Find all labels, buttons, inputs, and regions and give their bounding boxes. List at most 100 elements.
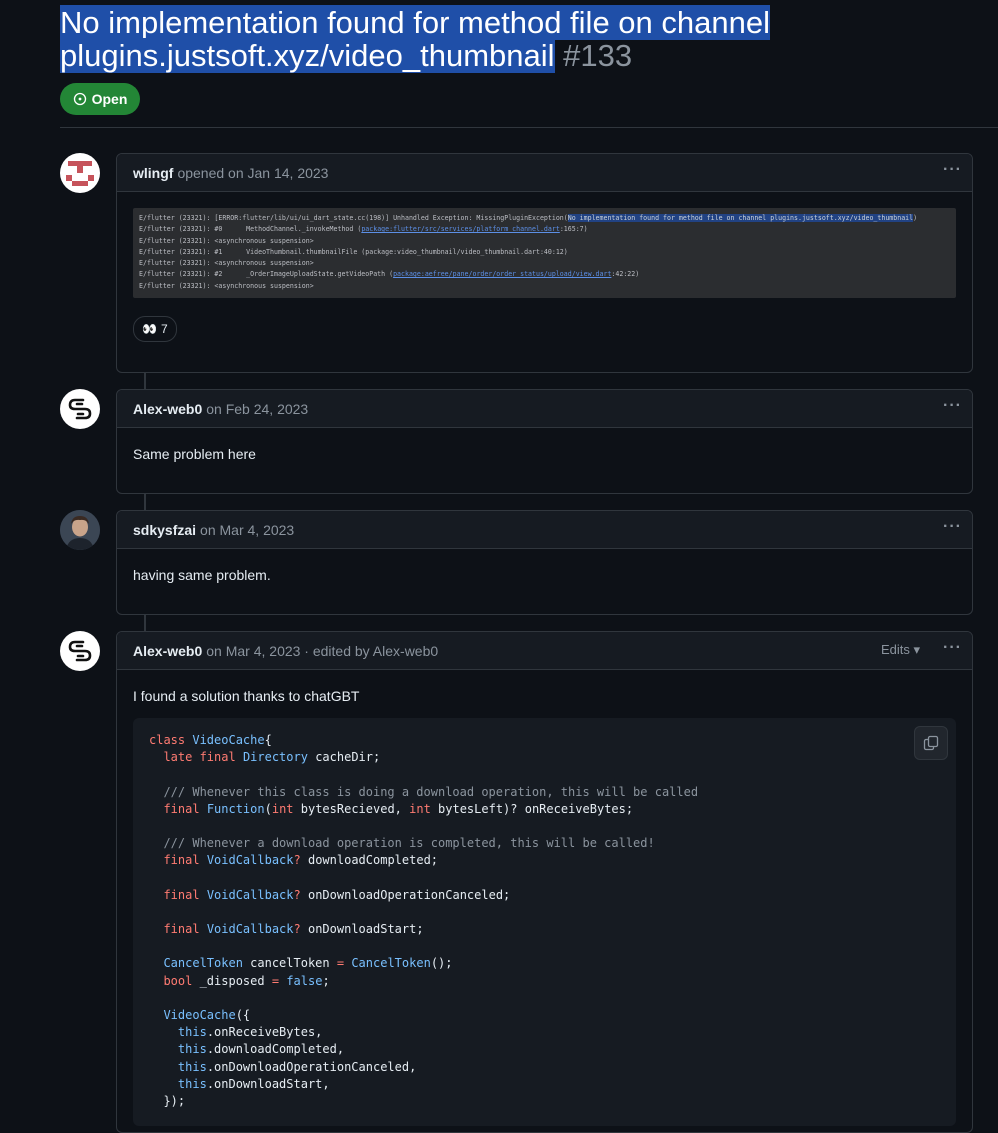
log-line: E/flutter (23321): #0 MethodChannel._inv… — [139, 225, 362, 234]
code-token: VideoCache — [192, 733, 265, 747]
comment-text: Same problem here — [133, 446, 256, 462]
code-token: this — [177, 1025, 207, 1040]
user-photo-icon — [60, 510, 100, 550]
code-line: final VoidCallback? onDownloadStart; — [149, 921, 940, 938]
log-link[interactable]: package:aefree/pane/order/order_status/u… — [393, 270, 611, 278]
more-options-icon[interactable]: ··· — [943, 519, 962, 535]
code-token: ( — [264, 801, 272, 816]
code-token: late final — [163, 750, 243, 765]
code-token: bytesRecieved, — [293, 801, 410, 816]
open-state-badge: Open — [60, 83, 140, 115]
code-line: class VideoCache{ — [149, 732, 940, 749]
more-options-icon[interactable]: ··· — [943, 162, 962, 178]
log-line-highlight: No implementation found for method file … — [567, 214, 914, 222]
log-line: E/flutter (23321): #2 _OrderImageUploadS… — [139, 270, 394, 279]
comment-header: Alex-web0 on Mar 4, 2023 · edited by Ale… — [117, 632, 972, 670]
code-line: this.onDownloadOperationCanceled, — [149, 1059, 940, 1076]
state-label: Open — [91, 91, 128, 107]
code-token: onDownloadOperationCanceled; — [300, 887, 511, 902]
comment-author[interactable]: Alex-web0 — [133, 643, 202, 659]
comment-header: sdkysfzai on Mar 4, 2023 ··· — [117, 511, 972, 549]
avatar-sdkysfzai[interactable] — [60, 510, 100, 550]
comment-solution: Alex-web0 on Mar 4, 2023 · edited by Ale… — [116, 631, 973, 1133]
code-token: _disposed — [192, 973, 272, 988]
comment-author[interactable]: wlingf — [133, 165, 173, 181]
comment-meta: on Mar 4, 2023 · edited by Alex-web0 — [206, 642, 439, 659]
code-token: final — [163, 922, 207, 937]
comment-author[interactable]: Alex-web0 — [133, 401, 202, 417]
avatar-alex-web0[interactable] — [60, 631, 100, 671]
code-token: /// Whenever a download operation is com… — [149, 836, 655, 851]
issue-open-icon — [73, 92, 86, 106]
reaction-button[interactable]: 👀 7 — [133, 316, 177, 342]
code-line: late final Directory cacheDir; — [149, 749, 940, 766]
code-token: VoidCallback — [206, 887, 294, 902]
eyes-emoji-icon: 👀 — [142, 322, 157, 336]
avatar-wlingf[interactable] — [60, 153, 100, 193]
code-token: (); — [430, 956, 453, 971]
code-line: }); — [149, 1093, 940, 1110]
comment-header: wlingf opened on Jan 14, 2023 ··· — [117, 154, 972, 192]
comment-text: having same problem. — [133, 567, 271, 583]
code-token: CancelToken — [163, 956, 243, 971]
log-line: E/flutter (23321): [ERROR:flutter/lib/ui… — [139, 214, 568, 222]
log-link[interactable]: package:flutter/src/services/platform_ch… — [361, 225, 560, 233]
timeline-connector — [144, 614, 146, 631]
avatar-alex-web0[interactable] — [60, 389, 100, 429]
code-token: ? — [293, 922, 301, 937]
code-line: VideoCache({ — [149, 1007, 940, 1024]
code-token: VideoCache — [163, 1008, 236, 1022]
log-line: E/flutter (23321): <asynchronous suspens… — [139, 236, 314, 245]
comment-meta: opened on Jan 14, 2023 — [177, 164, 329, 181]
caret-down-icon: ▾ — [913, 642, 920, 657]
more-options-icon[interactable]: ··· — [943, 398, 962, 414]
code-token: this — [177, 1059, 207, 1074]
comment-body: E/flutter (23321): [ERROR:flutter/lib/ui… — [117, 192, 972, 358]
comment-meta: on Feb 24, 2023 — [206, 400, 309, 417]
code-token: bytesLeft)? onReceiveBytes; — [430, 801, 634, 816]
logo-avatar-icon — [68, 640, 92, 662]
code-token: ({ — [235, 1008, 251, 1022]
code-token: .onDownloadStart, — [206, 1076, 330, 1091]
code-token: /// Whenever this class is doing a downl… — [149, 784, 699, 799]
comment: sdkysfzai on Mar 4, 2023 ··· having same… — [116, 510, 973, 615]
edits-dropdown[interactable]: Edits ▾ — [881, 642, 920, 658]
log-line: :165:7) — [559, 225, 588, 234]
code-token: int — [271, 801, 294, 816]
code-token: .onReceiveBytes, — [206, 1025, 323, 1040]
code-token: ; — [322, 973, 330, 988]
code-token: Function — [206, 801, 265, 816]
code-token: final — [163, 853, 207, 868]
code-token: { — [264, 733, 272, 747]
issue-number: #133 — [563, 38, 633, 73]
code-block: class VideoCache{ late final Directory c… — [133, 718, 956, 1126]
copy-button[interactable] — [914, 726, 948, 760]
comment-meta: on Mar 4, 2023 — [200, 521, 295, 538]
comment-text: I found a solution thanks to chatGBT — [133, 688, 360, 704]
code-line: this.onReceiveBytes, — [149, 1024, 940, 1041]
code-token: = — [336, 956, 345, 971]
code-token: onDownloadStart; — [300, 922, 424, 937]
comment-author[interactable]: sdkysfzai — [133, 522, 196, 538]
header-divider — [60, 127, 998, 128]
comment-body: I found a solution thanks to chatGBT cla… — [117, 670, 972, 1132]
code-line: final Function(int bytesRecieved, int by… — [149, 801, 940, 818]
code-token: downloadCompleted; — [300, 853, 439, 868]
more-options-icon[interactable]: ··· — [943, 640, 962, 656]
comment-header: Alex-web0 on Feb 24, 2023 ··· — [117, 390, 972, 428]
code-token: this — [177, 1076, 207, 1091]
code-token: cancelToken — [242, 956, 337, 971]
code-token: this — [177, 1042, 207, 1057]
error-log-screenshot: E/flutter (23321): [ERROR:flutter/lib/ui… — [133, 208, 956, 298]
timeline-connector — [144, 493, 146, 510]
